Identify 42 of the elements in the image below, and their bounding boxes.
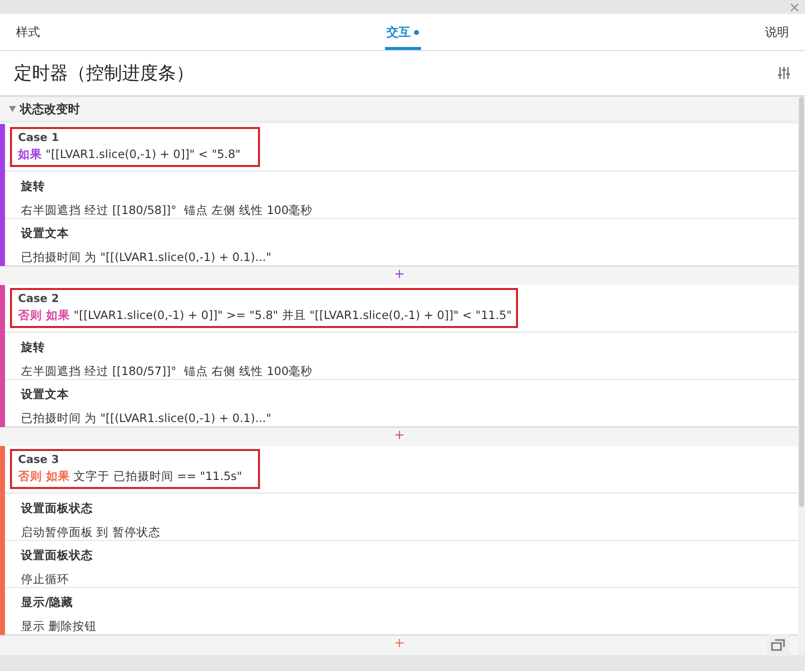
case-condition: 如果 "[[LVAR1.slice(0,-1) + 0]]" < "5.8" [18, 147, 242, 162]
action-row[interactable]: 设置面板状态 启动暂停面板 到 暂停状态 [5, 494, 798, 541]
action-detail: 启动暂停面板 到 暂停状态 [21, 525, 160, 540]
action-row[interactable]: 显示/隐藏 显示 删除按钮 [5, 588, 798, 635]
action-name: 设置面板状态 [21, 501, 93, 516]
action-detail: 显示 删除按钮 [21, 619, 97, 634]
scrollbar-thumb[interactable] [799, 97, 804, 507]
add-action-button[interactable]: + [393, 268, 405, 282]
case-header[interactable]: Case 1 如果 "[[LVAR1.slice(0,-1) + 0]]" < "5.8" [5, 124, 798, 172]
section-header[interactable]: 状态改变时 [0, 97, 798, 122]
action-name: 设置文本 [21, 226, 69, 241]
case-condition: 否则 如果 "[[LVAR1.slice(0,-1) + 0]]" >= "5.8" 并且 "[[LVAR1.slice(0,-1) + 0]]" < "11.5" [18, 308, 512, 323]
case-name: Case 3 [18, 453, 60, 466]
action-name: 设置文本 [21, 387, 69, 402]
action-detail: 已拍摄时间 为 "[[(LVAR1.slice(0,-1) + 0.1)..." [21, 411, 272, 426]
restore-icon[interactable] [767, 634, 789, 656]
case-header[interactable]: Case 2 否则 如果 "[[LVAR1.slice(0,-1) + 0]]" >= "5.8" 并且 "[[LVAR1.slice(0,-1) + 0]]" < "11.5" [5, 285, 798, 333]
action-row[interactable]: 设置文本 已拍摄时间 为 "[[(LVAR1.slice(0,-1) + 0.1)..." [5, 219, 798, 266]
section-label: 状态改变时 [20, 100, 80, 118]
action-detail: 停止循环 [21, 572, 69, 587]
action-detail: 左半圆遮挡 经过 [[180/57]]° 锚点 右侧 线性 100毫秒 [21, 364, 313, 379]
case-header[interactable]: Case 3 否则 如果 文字于 已拍摄时间 == "11.5s" [5, 446, 798, 494]
panel-title: 定时器（控制进度条） [14, 62, 194, 85]
add-action-button[interactable]: + [393, 429, 405, 443]
action-row[interactable]: 设置文本 已拍摄时间 为 "[[(LVAR1.slice(0,-1) + 0.1)..." [5, 380, 798, 427]
action-row[interactable]: 旋转 右半圆遮挡 经过 [[180/58]]° 锚点 左侧 线性 100毫秒 [5, 172, 798, 219]
action-row[interactable]: 设置面板状态 停止循环 [5, 541, 798, 588]
case-name: Case 1 [18, 131, 60, 144]
case-name: Case 2 [18, 292, 60, 305]
sliders-icon[interactable] [777, 66, 791, 80]
action-name: 设置面板状态 [21, 548, 93, 563]
tab[interactable]: 说明 [763, 17, 791, 50]
action-detail: 右半圆遮挡 经过 [[180/58]]° 锚点 左侧 线性 100毫秒 [21, 203, 313, 218]
action-name: 旋转 [21, 340, 45, 355]
case-condition: 否则 如果 文字于 已拍摄时间 == "11.5s" [18, 469, 244, 484]
action-name: 显示/隐藏 [21, 595, 74, 610]
action-detail: 已拍摄时间 为 "[[(LVAR1.slice(0,-1) + 0.1)..." [21, 250, 272, 265]
action-name: 旋转 [21, 179, 45, 194]
close-icon[interactable] [790, 2, 799, 12]
action-row[interactable]: 旋转 左半圆遮挡 经过 [[180/57]]° 锚点 右侧 线性 100毫秒 [5, 333, 798, 380]
expand-icon [9, 106, 16, 112]
tab[interactable]: 样式 [14, 17, 42, 50]
